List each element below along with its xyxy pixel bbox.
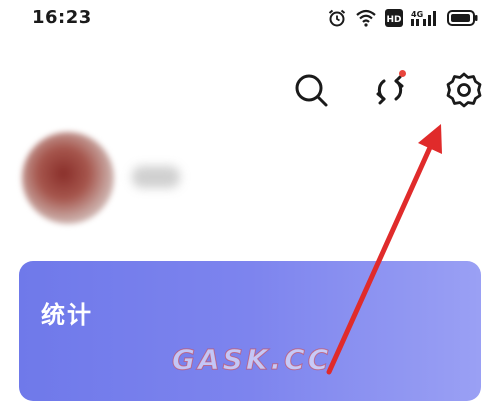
wifi-icon xyxy=(356,9,376,27)
sync-button[interactable] xyxy=(362,62,418,118)
network-label: 4G xyxy=(411,10,423,19)
hd-icon: HD xyxy=(385,9,403,27)
4g-signal-icon: 4G xyxy=(411,10,436,26)
search-button[interactable] xyxy=(283,62,339,118)
settings-button[interactable] xyxy=(436,62,492,118)
status-time: 16:23 xyxy=(32,7,92,28)
avatar[interactable] xyxy=(22,132,114,224)
top-toolbar xyxy=(0,62,501,118)
stats-title: 统计 xyxy=(41,301,93,329)
sync-icon xyxy=(376,75,404,105)
settings-icon xyxy=(446,72,482,108)
alarm-icon xyxy=(328,9,346,27)
sync-badge-dot xyxy=(399,70,406,77)
status-icons: HD 4G xyxy=(327,8,479,28)
watermark: GASK.CC xyxy=(171,343,332,377)
hd-label: HD xyxy=(386,15,401,25)
stats-card[interactable]: 统计 xyxy=(19,261,481,401)
battery-icon xyxy=(447,10,478,26)
search-icon xyxy=(295,74,328,107)
status-bar: 16:23 HD 4G xyxy=(0,0,501,36)
profile-name-blurred[interactable] xyxy=(132,166,180,188)
